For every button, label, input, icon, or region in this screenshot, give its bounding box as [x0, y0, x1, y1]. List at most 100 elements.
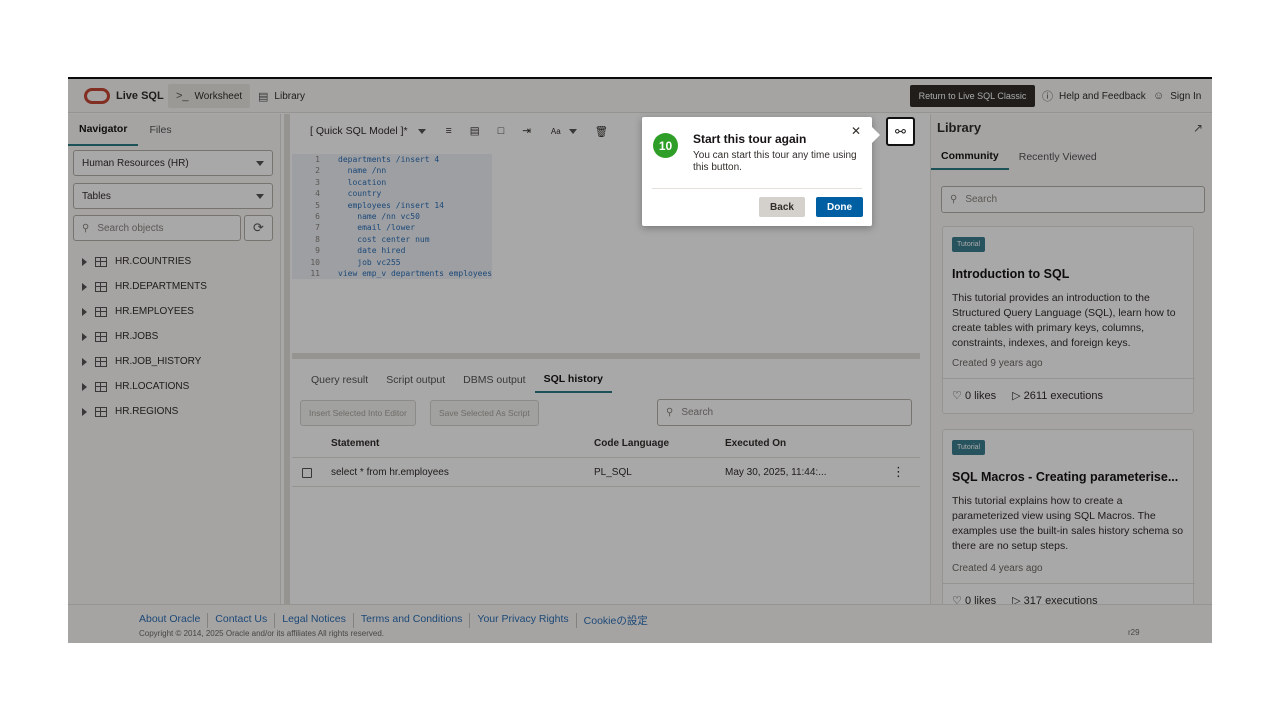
horizontal-splitter[interactable] — [292, 353, 920, 359]
object-type-select[interactable]: Tables — [73, 183, 273, 209]
footer-link-terms[interactable]: Terms and Conditions — [352, 613, 470, 628]
library-card[interactable]: Tutorial Introduction to SQL This tutori… — [942, 226, 1195, 414]
binoculars-icon: ⚯ — [895, 123, 906, 139]
worksheet-nav[interactable]: >_ Worksheet — [168, 84, 251, 108]
tree-item[interactable]: HR.DEPARTMENTS — [82, 274, 207, 299]
tree-item[interactable]: HR.JOBS — [82, 324, 207, 349]
chevron-down-icon[interactable] — [568, 128, 577, 134]
tree-item[interactable]: HR.REGIONS — [82, 399, 207, 424]
search-icon: ⚲ — [666, 407, 674, 418]
tutorial-badge: Tutorial — [952, 440, 986, 455]
footer-link-legal[interactable]: Legal Notices — [274, 613, 353, 628]
library-nav[interactable]: ▤ Library — [258, 79, 305, 113]
trash-icon[interactable]: 🗑 — [595, 125, 608, 138]
column-header-statement[interactable]: Statement — [331, 438, 379, 449]
table-row[interactable]: select * from hr.employees PL_SQL May 30… — [292, 457, 920, 487]
tab-community[interactable]: Community — [931, 144, 1009, 170]
library-card[interactable]: Tutorial SQL Macros - Creating parameter… — [942, 429, 1195, 619]
external-link-icon[interactable]: ↗ — [1193, 121, 1203, 135]
card-title[interactable]: Introduction to SQL — [952, 267, 1190, 281]
format-icon[interactable]: ≡ — [446, 125, 452, 137]
code-line: 7 email /lower — [292, 222, 493, 234]
expand-icon[interactable] — [82, 257, 87, 266]
sign-in-link[interactable]: ☺ Sign In — [1153, 79, 1201, 113]
play-icon: ▷ — [1012, 390, 1021, 402]
expand-icon[interactable] — [82, 382, 87, 391]
library-panel: Library ↗ Community Recently Viewed ⚲ Se… — [930, 114, 1212, 619]
code-lines[interactable]: 1 departments /insert 4 2 name /nn 3 loca… — [292, 154, 493, 280]
object-type-value: Tables — [82, 190, 111, 202]
library-search-placeholder: Search — [965, 194, 998, 205]
indent-icon[interactable]: ⇥ — [522, 125, 531, 137]
footer-link-contact[interactable]: Contact Us — [207, 613, 274, 628]
tree-item[interactable]: HR.LOCATIONS — [82, 374, 207, 399]
new-file-icon[interactable]: □ — [498, 125, 504, 137]
code-line: 1 departments /insert 4 — [292, 154, 493, 166]
expand-icon[interactable] — [82, 357, 87, 366]
search-objects-placeholder: Search objects — [97, 222, 164, 234]
tab-files[interactable]: Files — [138, 114, 182, 146]
done-button[interactable]: Done — [816, 197, 863, 217]
help-label: Help and Feedback — [1059, 90, 1146, 102]
library-search-input[interactable]: ⚲ Search — [941, 186, 1205, 213]
return-classic-button[interactable]: Return to Live SQL Classic — [910, 85, 1035, 107]
tab-navigator[interactable]: Navigator — [68, 114, 139, 146]
tree-item[interactable]: HR.JOB_HISTORY — [82, 349, 207, 374]
mode-select[interactable]: [ Quick SQL Model ]* — [310, 125, 408, 137]
sign-in-label: Sign In — [1170, 90, 1202, 102]
executions: ▷ 2611 executions — [1012, 390, 1103, 402]
expand-icon[interactable] — [82, 407, 87, 416]
tab-query-result[interactable]: Query result — [302, 367, 377, 393]
footer-link-cookies[interactable]: Cookieの設定 — [575, 613, 655, 628]
more-options-icon[interactable]: ⋮ — [892, 464, 905, 480]
search-icon: ⚲ — [82, 222, 90, 234]
app-window: Live SQL >_ Worksheet ▤ Library Return t… — [68, 77, 1212, 643]
refresh-button[interactable]: ⟳ — [244, 215, 273, 241]
save-selected-button[interactable]: Save Selected As Script — [430, 400, 539, 426]
copyright: Copyright © 2014, 2025 Oracle and/or its… — [139, 629, 384, 638]
back-button[interactable]: Back — [759, 197, 805, 217]
history-search-input[interactable]: ⚲ Search — [657, 399, 912, 426]
tree-item[interactable]: HR.EMPLOYEES — [82, 299, 207, 324]
tour-target-button[interactable]: ⚯ — [886, 117, 915, 146]
heart-icon: ♡ — [952, 390, 962, 402]
schema-value: Human Resources (HR) — [82, 157, 189, 169]
tab-dbms-output[interactable]: DBMS output — [454, 367, 534, 393]
code-line: 5 employees /insert 14 — [292, 199, 493, 212]
card-created: Created 9 years ago — [952, 358, 1043, 369]
search-objects-input[interactable]: ⚲ Search objects — [73, 215, 241, 241]
vertical-splitter[interactable] — [284, 114, 290, 604]
table-icon — [95, 331, 107, 342]
cell-statement: select * from hr.employees — [331, 467, 449, 478]
schema-select[interactable]: Human Resources (HR) — [73, 150, 273, 176]
footer-link-about[interactable]: About Oracle — [139, 613, 207, 628]
footer-link-privacy[interactable]: Your Privacy Rights — [469, 613, 575, 628]
expand-icon[interactable] — [82, 332, 87, 341]
font-size-label[interactable]: Aa — [551, 127, 561, 136]
tour-title: Start this tour again — [693, 132, 807, 146]
expand-icon[interactable] — [82, 282, 87, 291]
tree-item[interactable]: HR.COUNTRIES — [82, 249, 207, 274]
tab-sql-history[interactable]: SQL history — [534, 367, 612, 393]
column-header-language[interactable]: Code Language — [594, 438, 669, 449]
help-feedback-link[interactable]: ⓘ Help and Feedback — [1042, 79, 1146, 113]
likes[interactable]: ♡ 0 likes — [952, 389, 996, 402]
row-checkbox[interactable] — [302, 468, 312, 478]
explain-icon[interactable]: ▤ — [470, 125, 480, 137]
navigator-tabs: Navigator Files — [68, 114, 183, 146]
user-icon: ☺ — [1153, 90, 1165, 102]
tab-recently-viewed[interactable]: Recently Viewed — [1009, 144, 1107, 170]
help-icon: ⓘ — [1042, 91, 1053, 103]
card-title[interactable]: SQL Macros - Creating parameterise... — [952, 470, 1190, 484]
code-line: 6 name /nn vc50 — [292, 211, 493, 223]
tab-script-output[interactable]: Script output — [377, 367, 454, 393]
code-line: 10 job vc255 — [292, 256, 493, 269]
brand[interactable]: Live SQL — [84, 79, 164, 113]
table-icon — [95, 406, 107, 417]
expand-icon[interactable] — [82, 307, 87, 316]
column-header-executed[interactable]: Executed On — [725, 438, 786, 449]
close-icon[interactable]: ✕ — [851, 124, 861, 138]
card-description: This tutorial explains how to create a p… — [952, 495, 1184, 552]
insert-selected-button[interactable]: Insert Selected Into Editor — [300, 400, 416, 426]
chevron-down-icon[interactable] — [417, 128, 426, 134]
